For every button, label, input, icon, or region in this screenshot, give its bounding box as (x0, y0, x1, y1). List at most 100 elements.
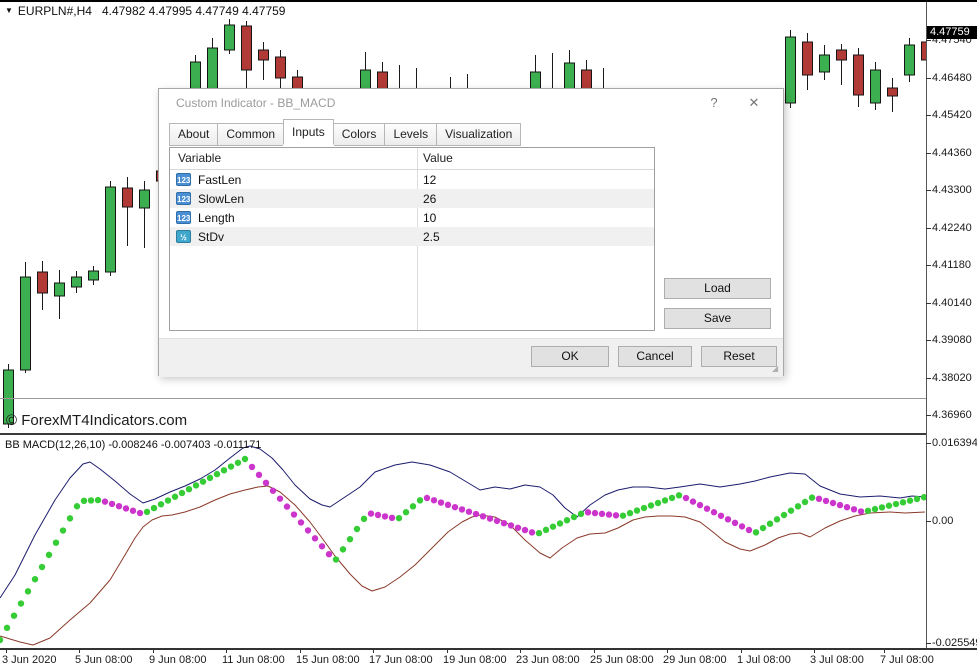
macd-dot-up (74, 503, 80, 509)
chart-floor-line (0, 398, 926, 399)
candle-up (905, 45, 915, 75)
macd-dot-up (158, 501, 164, 507)
indicator-plot[interactable] (0, 436, 926, 648)
time-label: 3 Jul 08:00 (810, 654, 864, 666)
macd-dot-up (781, 512, 787, 518)
time-label: 23 Jun 08:00 (516, 654, 580, 666)
macd-dot-up (893, 501, 899, 507)
macd-dot-down (823, 498, 829, 504)
macd-dot-down (837, 502, 843, 508)
macd-dot-up (536, 530, 542, 536)
macd-dot-down (515, 525, 521, 531)
macd-dot-down (291, 511, 297, 517)
tab-levels[interactable]: Levels (384, 123, 436, 146)
macd-dot-up (760, 525, 766, 531)
macd-dot-up (543, 527, 549, 533)
reset-button[interactable]: Reset (701, 346, 777, 367)
macd-dot-up (676, 492, 682, 498)
macd-dot-up (550, 523, 556, 529)
time-tick (373, 648, 374, 653)
time-label: 5 Jun 08:00 (75, 654, 133, 666)
tab-inputs[interactable]: Inputs (283, 119, 334, 145)
dialog-title[interactable]: Custom Indicator - BB_MACD (176, 96, 335, 110)
macd-dot-down (529, 529, 535, 535)
macd-dot-up (46, 552, 52, 558)
macd-dot-up (865, 508, 871, 514)
macd-dot-down (270, 488, 276, 494)
macd-dot-up (228, 463, 234, 469)
variable-value[interactable]: 12 (423, 173, 436, 187)
macd-dot-up (410, 503, 416, 509)
macd-dot-down (249, 464, 255, 470)
price-tick (926, 303, 931, 304)
macd-dot-down (606, 511, 612, 517)
indicator-tick (926, 443, 931, 444)
panel-splitter[interactable] (0, 433, 927, 435)
resize-grip-icon[interactable]: ◢ (772, 365, 780, 373)
macd-dot-up (767, 520, 773, 526)
macd-dot-down (137, 510, 143, 516)
variable-value[interactable]: 26 (423, 192, 436, 206)
integer-icon: 123 (176, 173, 191, 186)
macd-dot-down (711, 509, 717, 515)
variable-value[interactable]: 2.5 (423, 230, 440, 244)
macd-dot-down (739, 523, 745, 529)
macd-dot-down (319, 543, 325, 549)
macd-dots (0, 456, 926, 643)
close-icon[interactable]: ✕ (741, 94, 767, 112)
candle-down (242, 26, 252, 70)
macd-dot-down (592, 510, 598, 516)
watermark: © ForexMT4Indicators.com (6, 412, 187, 429)
ok-button[interactable]: OK (531, 346, 609, 367)
indicator-value-label: 0.016394 (932, 437, 977, 449)
table-row[interactable]: 123SlowLen26 (170, 189, 654, 208)
macd-dot-down (473, 511, 479, 517)
macd-dot-up (403, 509, 409, 515)
macd-dot-up (0, 637, 3, 643)
macd-dot-up (333, 556, 339, 562)
indicator-tick (926, 643, 931, 644)
tab-visualization[interactable]: Visualization (436, 123, 521, 146)
macd-dot-up (571, 514, 577, 520)
price-tick (926, 78, 931, 79)
macd-dot-up (200, 478, 206, 484)
indicator-label: BB MACD(12,26,10) -0.008246 -0.007403 -0… (5, 439, 261, 451)
macd-dot-down (445, 502, 451, 508)
header-variable: Variable (178, 151, 221, 165)
time-axis-line (0, 648, 977, 650)
candle-down (888, 88, 898, 96)
integer-icon: 123 (176, 211, 191, 224)
time-tick (300, 648, 301, 653)
load-button[interactable]: Load (664, 278, 771, 299)
time-tick (226, 648, 227, 653)
macd-dot-up (886, 503, 892, 509)
cancel-button[interactable]: Cancel (618, 346, 692, 367)
table-row[interactable]: ½StDv2.5 (170, 227, 654, 246)
tab-colors[interactable]: Colors (334, 123, 385, 146)
macd-dot-down (851, 506, 857, 512)
macd-dot-down (438, 499, 444, 505)
current-price-badge: 4.47759 (927, 26, 977, 39)
macd-dot-down (389, 515, 395, 521)
macd-dot-down (718, 513, 724, 519)
save-button[interactable]: Save (664, 308, 771, 329)
macd-dot-down (816, 496, 822, 502)
variable-value[interactable]: 10 (423, 211, 436, 225)
macd-dot-up (32, 576, 38, 582)
macd-dot-up (354, 526, 360, 532)
tab-about[interactable]: About (169, 123, 217, 146)
price-label: 4.39080 (932, 334, 972, 346)
candle-down (837, 50, 847, 60)
variable-name: FastLen (198, 173, 241, 187)
table-row[interactable]: 123Length10 (170, 208, 654, 227)
macd-dot-up (39, 564, 45, 570)
macd-dot-down (732, 520, 738, 526)
help-button[interactable]: ? (701, 94, 727, 112)
table-row[interactable]: 123 FastLen 12 (170, 170, 654, 189)
tab-common[interactable]: Common (217, 123, 283, 146)
price-tick (926, 228, 931, 229)
macd-dot-down (858, 508, 864, 514)
price-axis-line (926, 2, 927, 648)
macd-dot-down (312, 535, 318, 541)
macd-dot-down (305, 527, 311, 533)
